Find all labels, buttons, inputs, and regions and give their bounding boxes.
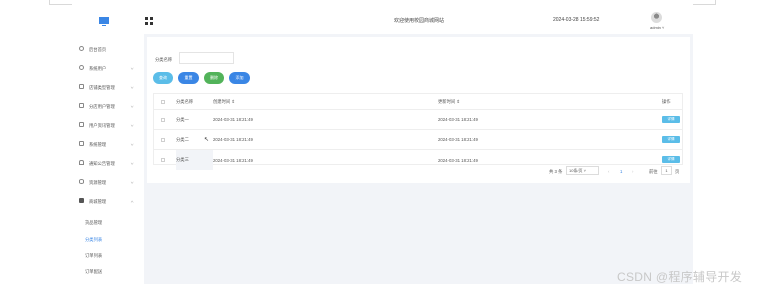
sidebar-item-user-info[interactable]: 用户资讯管理 ˅ (69, 116, 144, 134)
sidebar-item-label: 系统用户 (89, 66, 107, 71)
cell-category-name: 分类三 (176, 157, 189, 162)
main-content: 分类名称 查询 重置 删除 添加 分类名称 创建时间 ⇕ 更新时间 ⇕ 操作 分… (144, 34, 693, 284)
page-corner-mark (693, 0, 716, 5)
sidebar-item-label: 资源管理 (89, 180, 107, 185)
category-name-input[interactable] (179, 52, 234, 64)
shop-icon (79, 198, 84, 203)
search-label: 分类名称 (155, 57, 173, 62)
top-bar: 欢迎使用校园商城网站 2024-03-28 15:59:52 admin ˅ (69, 8, 693, 34)
table-row: 分类一 2024-03-31 18:21:49 2024-03-31 18:21… (154, 110, 682, 130)
sidebar-item-system[interactable]: 系统管理 ˅ (69, 135, 144, 153)
cell-updated-time: 2024-03-31 18:21:49 (438, 157, 478, 163)
goto-suffix: 页 (675, 169, 680, 174)
watermark: CSDN @程序辅导开发 (617, 270, 743, 284)
reset-button[interactable]: 重置 (178, 72, 199, 84)
list-icon (79, 141, 84, 146)
sidebar-item-label: 店铺类型管理 (89, 85, 115, 90)
row-checkbox[interactable] (161, 118, 165, 122)
add-button[interactable]: 添加 (229, 72, 250, 84)
table-row: 分类二 2024-03-31 18:21:49 2024-03-31 18:21… (154, 130, 682, 150)
delete-button[interactable]: 删除 (204, 72, 224, 84)
chevron-down-icon: ˅ (130, 161, 134, 166)
row-checkbox[interactable] (161, 158, 165, 162)
sidebar-item-label: 分店用户管理 (89, 104, 115, 109)
sidebar-item-resources[interactable]: 资源管理 ˅ (69, 173, 144, 191)
cell-category-name: 分类二 (176, 136, 189, 142)
list-icon (79, 103, 84, 108)
cell-created-time: 2024-03-31 18:21:49 (213, 117, 253, 122)
sidebar: 后台首页 系统用户 ˅ 店铺类型管理 ˅ 分店用户管理 ˅ 用户资讯管理 ˅ 系… (69, 34, 144, 284)
site-title: 欢迎使用校园商城网站 (394, 18, 445, 24)
sidebar-item-label: 系统管理 (89, 142, 107, 147)
sidebar-subitem-delivery[interactable]: 订单配送 (85, 269, 102, 275)
sidebar-subitem-orders[interactable]: 订单列表 (85, 253, 102, 259)
query-button[interactable]: 查询 (153, 72, 173, 84)
cell-created-time: 2024-03-31 18:21:49 (213, 137, 253, 142)
chevron-down-icon: ˅ (130, 85, 134, 90)
cell-updated-time: 2024-03-31 18:21:49 (438, 137, 478, 142)
pagination-total: 共 3 条 (549, 169, 563, 174)
user-menu[interactable]: admin ˅ (650, 25, 664, 30)
sidebar-subitem-categories[interactable]: 分类列表 (85, 237, 102, 243)
current-datetime: 2024-03-28 15:59:52 (553, 17, 600, 23)
row-checkbox[interactable] (161, 138, 165, 142)
table-row: 分类三 2024-03-31 18:21:49 2024-03-31 18:21… (154, 150, 682, 170)
chevron-down-icon: ˅ (130, 180, 134, 185)
chevron-down-icon: ˅ (130, 123, 134, 128)
sidebar-item-label: 后台首页 (89, 47, 107, 52)
avatar[interactable] (651, 12, 662, 23)
sidebar-item-label: 通知公告管理 (89, 161, 115, 166)
clock-icon (79, 46, 84, 51)
current-page[interactable]: 1 (620, 169, 622, 174)
sidebar-subitem-goods[interactable]: 货品管理 (85, 220, 102, 226)
sidebar-item-mall[interactable]: 商城管理 ˄ (69, 192, 144, 210)
sidebar-item-home[interactable]: 后台首页 (69, 40, 144, 58)
goto-page-input[interactable]: 1 (661, 166, 672, 175)
table-header-row: 分类名称 创建时间 ⇕ 更新时间 ⇕ 操作 (154, 94, 682, 110)
prev-page-icon[interactable]: ‹ (608, 169, 609, 174)
chevron-down-icon: ˅ (130, 104, 134, 109)
admin-app: 欢迎使用校园商城网站 2024-03-28 15:59:52 admin ˅ 后… (69, 8, 693, 284)
monitor-icon (99, 17, 109, 26)
chevron-down-icon: ˅ (130, 66, 134, 71)
column-header-updated[interactable]: 更新时间 ⇕ (438, 94, 460, 109)
user-icon (79, 65, 84, 70)
cell-category-name: 分类一 (176, 116, 189, 122)
sidebar-item-notices[interactable]: 通知公告管理 ˅ (69, 154, 144, 172)
column-header-actions: 操作 (662, 98, 671, 104)
detail-button[interactable]: 详情 (662, 156, 680, 163)
category-table: 分类名称 创建时间 ⇕ 更新时间 ⇕ 操作 分类一 2024-03-31 18:… (153, 93, 683, 170)
next-page-icon[interactable]: › (632, 169, 633, 174)
detail-button[interactable]: 详情 (662, 116, 680, 123)
list-icon (79, 122, 84, 127)
sidebar-item-users[interactable]: 系统用户 ˅ (69, 59, 144, 77)
detail-button[interactable]: 详情 (662, 136, 680, 143)
chevron-up-icon: ˄ (130, 199, 134, 204)
cell-created-time: 2024-03-31 18:21:49 (213, 157, 253, 163)
sidebar-item-label: 用户资讯管理 (89, 123, 115, 128)
db-icon (79, 179, 84, 184)
menu-grid-icon[interactable] (145, 17, 153, 25)
bell-icon (79, 160, 84, 165)
sidebar-item-label: 商城管理 (89, 199, 107, 204)
sidebar-item-store-types[interactable]: 店铺类型管理 ˅ (69, 78, 144, 96)
list-icon (79, 84, 84, 89)
column-header-name: 分类名称 (176, 98, 194, 104)
column-header-created[interactable]: 创建时间 ⇕ (213, 94, 235, 109)
select-all-checkbox[interactable] (161, 100, 165, 104)
category-panel: 分类名称 查询 重置 删除 添加 分类名称 创建时间 ⇕ 更新时间 ⇕ 操作 分… (147, 37, 690, 183)
page-size-select[interactable]: 10条/页 ˅ (566, 166, 599, 175)
sidebar-item-branch-users[interactable]: 分店用户管理 ˅ (69, 97, 144, 115)
cell-updated-time: 2024-03-31 18:21:49 (438, 117, 478, 122)
chevron-down-icon: ˅ (130, 142, 134, 147)
mouse-cursor-icon: ↖ (204, 137, 210, 143)
page-corner-mark (49, 0, 72, 5)
goto-label: 前往 (649, 169, 658, 174)
